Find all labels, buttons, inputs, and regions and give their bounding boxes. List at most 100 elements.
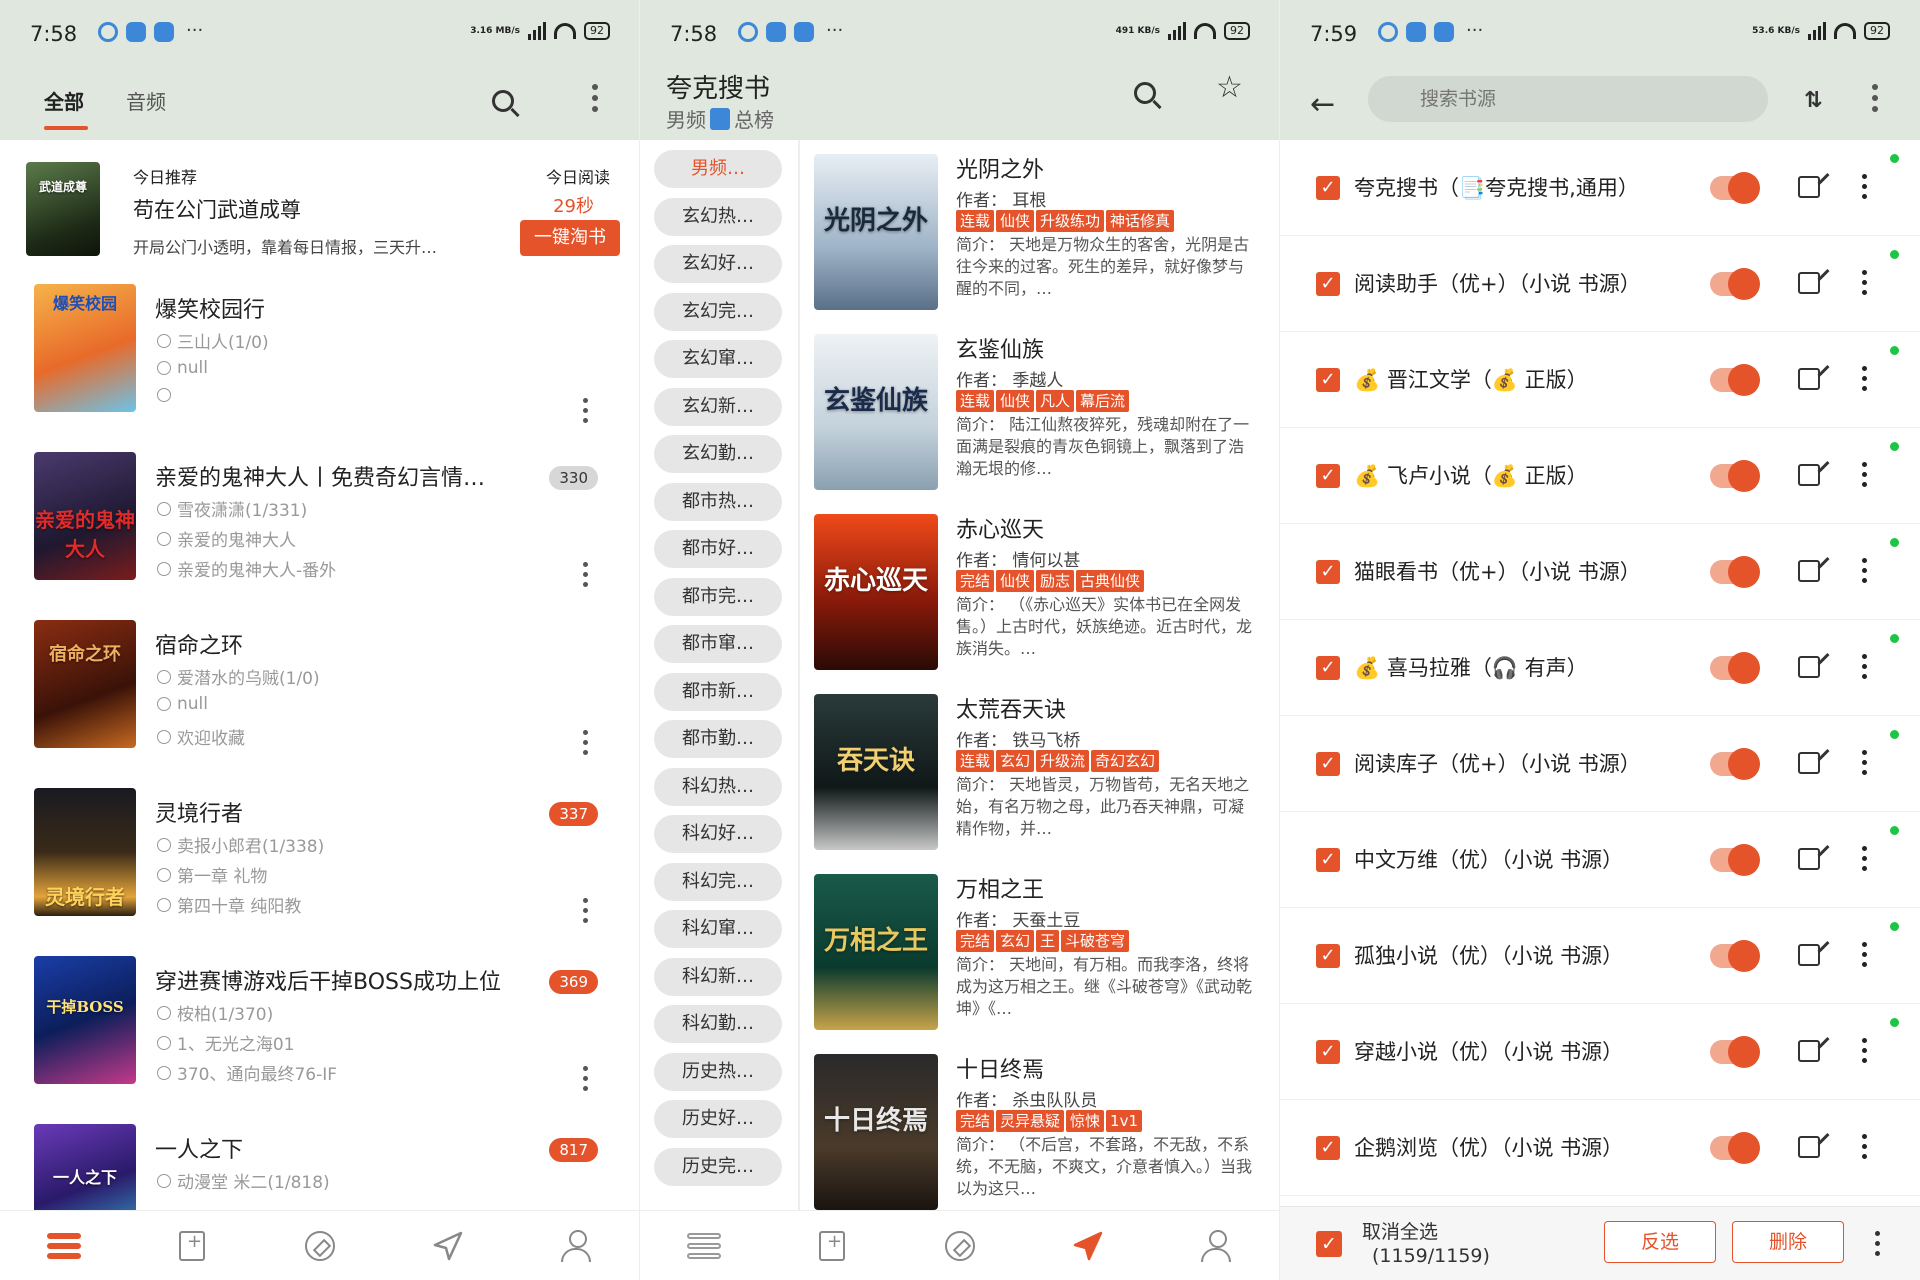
category-pill[interactable]: 玄幻勤… bbox=[654, 435, 782, 473]
book-card[interactable]: 吞天诀 太荒吞天诀 作者： 铁马飞桥 连载 玄幻 升级流 奇幻玄幻 简介： 天地皆灵，万物皆苟… bbox=[800, 680, 1280, 860]
category-pill[interactable]: 玄幻新… bbox=[654, 387, 782, 426]
source-more-button[interactable] bbox=[1861, 1038, 1867, 1063]
source-checkbox[interactable]: ✓ bbox=[1316, 752, 1340, 776]
source-enable-toggle[interactable] bbox=[1710, 172, 1760, 204]
source-more-button[interactable] bbox=[1861, 174, 1867, 199]
book-row[interactable]: 干掉BOSS 穿进赛博游戏后干掉BOSS成功上位 369 桉柏(1/370) 1… bbox=[0, 956, 640, 1124]
book-row[interactable]: 爆笑校园 爆笑校园行 三山人(1/0) null bbox=[0, 284, 640, 452]
category-pill[interactable]: 都市窜… bbox=[654, 625, 782, 663]
delete-button[interactable]: 删除 bbox=[1732, 1221, 1844, 1263]
source-more-button[interactable] bbox=[1861, 1134, 1867, 1159]
back-arrow-icon[interactable]: ← bbox=[1310, 90, 1335, 120]
source-row[interactable]: ✓ 猫眼看书（优+）（小说 书源） bbox=[1280, 524, 1920, 620]
source-checkbox[interactable]: ✓ bbox=[1316, 272, 1340, 296]
source-checkbox[interactable]: ✓ bbox=[1316, 944, 1340, 968]
source-checkbox[interactable]: ✓ bbox=[1316, 656, 1340, 680]
book-card[interactable]: 光阴之外 光阴之外 作者： 耳根 连载 仙侠 升级练功 神话修真 简介： 天地是万物众生的客舍… bbox=[800, 140, 1280, 320]
source-checkbox[interactable]: ✓ bbox=[1316, 368, 1340, 392]
book-row[interactable]: 亲爱的鬼神大人 亲爱的鬼神大人丨免费奇幻言情… 330 雪夜潇潇(1/331) … bbox=[0, 452, 640, 620]
source-row[interactable]: ✓ 💰 飞卢小说（💰 正版） bbox=[1280, 428, 1920, 524]
nav-profile[interactable] bbox=[1196, 1229, 1236, 1263]
source-enable-toggle[interactable] bbox=[1710, 460, 1760, 492]
nav-explore[interactable] bbox=[428, 1229, 468, 1263]
nav-bookmark[interactable] bbox=[812, 1229, 852, 1263]
edit-icon[interactable] bbox=[1798, 848, 1820, 870]
nav-discover[interactable] bbox=[940, 1229, 980, 1263]
source-row[interactable]: ✓ 阅读助手（优+）（小说 书源） bbox=[1280, 236, 1920, 332]
source-row[interactable]: ✓ 💰 喜马拉雅（🎧 有声） bbox=[1280, 620, 1920, 716]
source-more-button[interactable] bbox=[1861, 942, 1867, 967]
source-checkbox[interactable]: ✓ bbox=[1316, 560, 1340, 584]
tab-all[interactable]: 全部 bbox=[44, 86, 84, 115]
select-all-checkbox[interactable]: ✓ bbox=[1316, 1231, 1342, 1257]
category-pill[interactable]: 都市热… bbox=[654, 482, 782, 521]
source-enable-toggle[interactable] bbox=[1710, 748, 1760, 780]
source-search-input[interactable] bbox=[1368, 76, 1768, 122]
more-menu-button[interactable] bbox=[592, 84, 598, 112]
edit-icon[interactable] bbox=[1798, 1040, 1820, 1062]
source-row[interactable]: ✓ 企鹅浏览（优）（小说 书源） bbox=[1280, 1100, 1920, 1196]
category-pill[interactable]: 男频… bbox=[654, 150, 782, 188]
source-enable-toggle[interactable] bbox=[1710, 556, 1760, 588]
edit-icon[interactable] bbox=[1798, 1136, 1820, 1158]
book-more-button[interactable] bbox=[582, 898, 588, 923]
edit-icon[interactable] bbox=[1798, 368, 1820, 390]
category-pill[interactable]: 都市好… bbox=[654, 530, 782, 568]
book-row[interactable]: 灵境行者 灵境行者 337 卖报小郎君(1/338) 第一章 礼物 第四十章 纯… bbox=[0, 788, 640, 956]
source-more-button[interactable] bbox=[1861, 846, 1867, 871]
book-row[interactable]: 宿命之环 宿命之环 爱潜水的乌贼(1/0) null 欢迎收藏 bbox=[0, 620, 640, 788]
category-pill[interactable]: 都市完… bbox=[654, 577, 782, 616]
edit-icon[interactable] bbox=[1798, 656, 1820, 678]
book-card[interactable]: 万相之王 万相之王 作者： 天蚕土豆 完结 玄幻王斗破苍穹 简介： 天地间，有万相。而我李… bbox=[800, 860, 1280, 1040]
source-enable-toggle[interactable] bbox=[1710, 844, 1760, 876]
source-more-button[interactable] bbox=[1861, 270, 1867, 295]
nav-discover[interactable] bbox=[300, 1229, 340, 1263]
nav-bookmark[interactable] bbox=[172, 1229, 212, 1263]
source-more-button[interactable] bbox=[1861, 654, 1867, 679]
book-card[interactable]: 玄鉴仙族 玄鉴仙族 作者： 季越人 连载 仙侠 凡人 幕后流 简介： 陆江仙熬夜猝死，残魂却附… bbox=[800, 320, 1280, 500]
book-row[interactable]: 一人之下 一人之下 817 动漫堂 米二(1/818) bbox=[0, 1124, 640, 1252]
category-pill[interactable]: 玄幻窜… bbox=[654, 340, 782, 378]
source-row[interactable]: ✓ 💰 晋江文学（💰 正版） bbox=[1280, 332, 1920, 428]
edit-icon[interactable] bbox=[1798, 464, 1820, 486]
nav-profile[interactable] bbox=[556, 1229, 596, 1263]
source-checkbox[interactable]: ✓ bbox=[1316, 1136, 1340, 1160]
source-row[interactable]: ✓ 孤独小说（优）（小说 书源） bbox=[1280, 908, 1920, 1004]
edit-icon[interactable] bbox=[1798, 560, 1820, 582]
category-pill[interactable]: 都市新… bbox=[654, 672, 782, 711]
category-pill[interactable]: 科幻完… bbox=[654, 862, 782, 901]
nav-explore[interactable] bbox=[1068, 1229, 1108, 1263]
category-pill[interactable]: 玄幻热… bbox=[654, 197, 782, 236]
tab-audio[interactable]: 音频 bbox=[126, 86, 166, 115]
search-button[interactable] bbox=[492, 90, 514, 112]
sort-icon[interactable]: ⇅ bbox=[1804, 88, 1822, 113]
category-pill[interactable]: 玄幻完… bbox=[654, 292, 782, 331]
edit-icon[interactable] bbox=[1798, 176, 1820, 198]
book-more-button[interactable] bbox=[582, 398, 588, 423]
more-actions-button[interactable] bbox=[1874, 1231, 1880, 1256]
source-more-button[interactable] bbox=[1861, 366, 1867, 391]
category-pill[interactable]: 历史热… bbox=[654, 1052, 782, 1091]
category-pill[interactable]: 历史完… bbox=[654, 1147, 782, 1186]
edit-icon[interactable] bbox=[1798, 944, 1820, 966]
source-more-button[interactable] bbox=[1861, 750, 1867, 775]
source-more-button[interactable] bbox=[1861, 558, 1867, 583]
deselect-all-label[interactable]: 取消全选 bbox=[1362, 1217, 1438, 1244]
book-card[interactable]: 十日终焉 十日终焉 作者： 杀虫队队员 完结 灵异悬疑 惊悚 1v1 简介： （不后宫，不套路… bbox=[800, 1040, 1280, 1220]
book-more-button[interactable] bbox=[582, 1066, 588, 1091]
category-pill[interactable]: 科幻窜… bbox=[654, 910, 782, 948]
source-checkbox[interactable]: ✓ bbox=[1316, 176, 1340, 200]
book-card[interactable]: 赤心巡天 赤心巡天 作者： 情何以甚 完结 仙侠 励志 古典仙侠 简介： （《赤心巡天》实体书… bbox=[800, 500, 1280, 680]
nav-bookshelf[interactable] bbox=[684, 1229, 724, 1263]
category-pill[interactable]: 玄幻好… bbox=[654, 245, 782, 283]
source-checkbox[interactable]: ✓ bbox=[1316, 464, 1340, 488]
source-enable-toggle[interactable] bbox=[1710, 364, 1760, 396]
nav-bookshelf[interactable] bbox=[44, 1229, 84, 1263]
source-checkbox[interactable]: ✓ bbox=[1316, 848, 1340, 872]
edit-icon[interactable] bbox=[1798, 752, 1820, 774]
category-pill[interactable]: 科幻勤… bbox=[654, 1005, 782, 1043]
invert-selection-button[interactable]: 反选 bbox=[1604, 1221, 1716, 1263]
find-books-button[interactable]: 一键淘书 bbox=[520, 220, 620, 256]
source-enable-toggle[interactable] bbox=[1710, 940, 1760, 972]
source-row[interactable]: ✓ 夸克搜书（📑夸克搜书,通用） bbox=[1280, 140, 1920, 236]
